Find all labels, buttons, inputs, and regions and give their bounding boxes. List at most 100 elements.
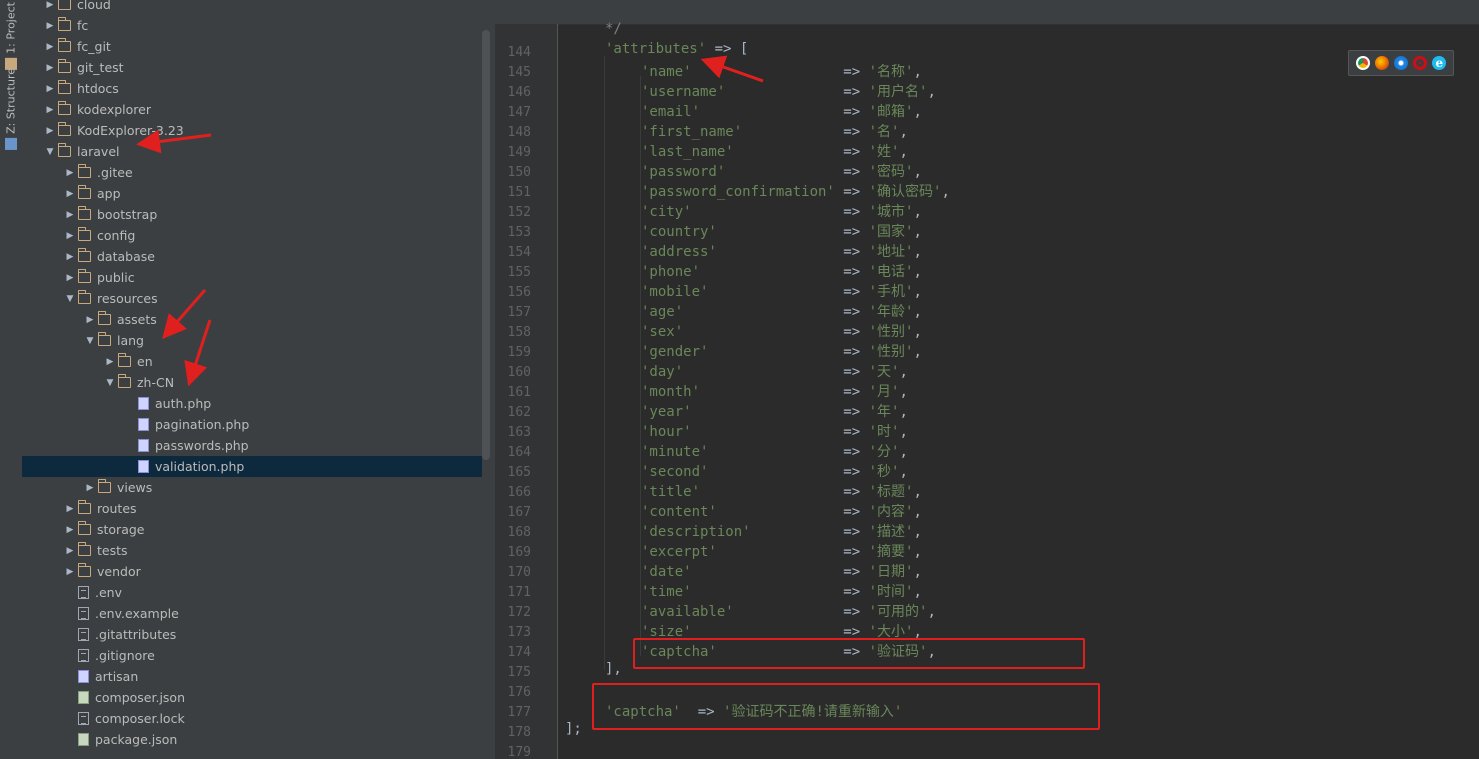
collapsed-arrow-icon[interactable]: ▶ [62,210,78,220]
tree-folder-item[interactable]: ▶ assets [22,309,482,330]
collapsed-arrow-icon[interactable]: ▶ [62,504,78,514]
tree-file-item[interactable]: passwords.php [22,435,482,456]
code-line[interactable]: 'last_name' => '姓', [641,141,908,161]
collapsed-arrow-icon[interactable]: ▶ [42,63,58,73]
collapsed-arrow-icon[interactable]: ▶ [62,189,78,199]
firefox-icon[interactable] [1374,56,1389,70]
collapsed-arrow-icon[interactable]: ▶ [42,21,58,31]
collapsed-arrow-icon[interactable]: ▶ [62,567,78,577]
tree-folder-item[interactable]: ▶ .gitee [22,162,482,183]
code-line[interactable]: 'name' => '名称', [641,61,922,81]
tree-file-item[interactable]: artisan [22,666,482,687]
expanded-arrow-icon[interactable]: ▼ [102,378,118,388]
project-tool-tab[interactable]: 1: Project [2,2,20,70]
tree-folder-item[interactable]: ▶ en [22,351,482,372]
tree-folder-item[interactable]: ▶ git_test [22,57,482,78]
code-line[interactable]: */ [605,21,622,37]
code-line[interactable]: 'title' => '标题', [641,481,922,501]
tree-folder-item[interactable]: ▶ kodexplorer [22,99,482,120]
code-line[interactable]: 'username' => '用户名', [641,81,936,101]
tree-file-item[interactable]: composer.json [22,687,482,708]
collapsed-arrow-icon[interactable]: ▶ [82,483,98,493]
collapsed-arrow-icon[interactable]: ▶ [62,252,78,262]
code-line[interactable]: 'mobile' => '手机', [641,281,922,301]
tree-file-item[interactable]: .env [22,582,482,603]
collapsed-arrow-icon[interactable]: ▶ [82,315,98,325]
tree-folder-item[interactable]: ▶ bootstrap [22,204,482,225]
code-line[interactable]: 'sex' => '性别', [641,321,922,341]
tree-file-item[interactable]: .gitattributes [22,624,482,645]
code-line[interactable]: 'city' => '城市', [641,201,922,221]
code-line[interactable]: 'available' => '可用的', [641,601,936,621]
tree-folder-item[interactable]: ▶ cloud [22,0,482,15]
code-line[interactable]: 'date' => '日期', [641,561,922,581]
collapsed-arrow-icon[interactable]: ▶ [42,105,58,115]
tree-folder-item[interactable]: ▶ config [22,225,482,246]
tree-folder-item[interactable]: ▶ app [22,183,482,204]
collapsed-arrow-icon[interactable]: ▶ [102,357,118,367]
tree-folder-item[interactable]: ▶ storage [22,519,482,540]
code-line[interactable]: ], [605,661,622,677]
collapsed-arrow-icon[interactable]: ▶ [62,168,78,178]
code-line[interactable]: 'hour' => '时', [641,421,908,441]
tree-folder-item[interactable]: ▶ public [22,267,482,288]
code-line[interactable]: ]; [565,721,582,737]
collapsed-arrow-icon[interactable]: ▶ [42,42,58,52]
collapsed-arrow-icon[interactable]: ▶ [42,84,58,94]
code-line[interactable]: 'first_name' => '名', [641,121,908,141]
tree-folder-item[interactable]: ▶ fc [22,15,482,36]
tree-folder-item[interactable]: ▼ laravel [22,141,482,162]
tree-folder-item[interactable]: ▶ tests [22,540,482,561]
expanded-arrow-icon[interactable]: ▼ [42,147,58,157]
code-line[interactable]: 'second' => '秒', [641,461,908,481]
collapsed-arrow-icon[interactable]: ▶ [42,126,58,136]
expanded-arrow-icon[interactable]: ▼ [82,336,98,346]
code-line[interactable]: 'address' => '地址', [641,241,922,261]
code-line[interactable]: 'password' => '密码', [641,161,922,181]
code-line[interactable]: 'password_confirmation' => '确认密码', [641,181,950,201]
tree-folder-item[interactable]: ▶ KodExplorer-3.23 [22,120,482,141]
ie-icon[interactable]: e [1432,56,1447,70]
tree-file-item[interactable]: auth.php [22,393,482,414]
code-line[interactable]: 'attributes' => [ [605,41,748,57]
collapsed-arrow-icon[interactable]: ▶ [62,525,78,535]
code-line[interactable]: 'age' => '年龄', [641,301,922,321]
project-tree[interactable]: ▶ cloud ▶ fc ▶ fc_git ▶ git_test ▶ htdocs ▶ kodexpl… [22,0,495,759]
chrome-icon[interactable] [1355,56,1370,70]
tree-folder-item[interactable]: ▶ vendor [22,561,482,582]
code-line[interactable]: 'month' => '月', [641,381,908,401]
code-line[interactable]: 'year' => '年', [641,401,908,421]
safari-icon[interactable] [1393,56,1408,70]
code-line[interactable]: 'country' => '国家', [641,221,922,241]
tree-folder-item[interactable]: ▶ htdocs [22,78,482,99]
project-tree-scrollbar[interactable] [482,30,490,460]
tree-folder-item[interactable]: ▶ routes [22,498,482,519]
tree-folder-item[interactable]: ▶ views [22,477,482,498]
tree-folder-item[interactable]: ▼ zh-CN [22,372,482,393]
code-line[interactable]: 'description' => '描述', [641,521,922,541]
tree-folder-item[interactable]: ▼ lang [22,330,482,351]
tree-file-item[interactable]: composer.lock [22,708,482,729]
tree-folder-item[interactable]: ▶ database [22,246,482,267]
code-line[interactable]: 'day' => '天', [641,361,908,381]
tree-folder-item[interactable]: ▶ fc_git [22,36,482,57]
tree-file-item[interactable]: pagination.php [22,414,482,435]
collapsed-arrow-icon[interactable]: ▶ [62,273,78,283]
opera-icon[interactable] [1413,56,1428,70]
tree-file-item[interactable]: .gitignore [22,645,482,666]
tree-file-item[interactable]: package.json [22,729,482,750]
code-line[interactable]: 'email' => '邮箱', [641,101,922,121]
collapsed-arrow-icon[interactable]: ▶ [62,546,78,556]
tree-file-item[interactable]: validation.php [22,456,482,477]
expanded-arrow-icon[interactable]: ▼ [62,294,78,304]
tree-folder-item[interactable]: ▼ resources [22,288,482,309]
collapsed-arrow-icon[interactable]: ▶ [42,0,58,10]
tree-file-item[interactable]: .env.example [22,603,482,624]
code-line[interactable]: 'phone' => '电话', [641,261,922,281]
code-line[interactable]: 'time' => '时间', [641,581,922,601]
code-line[interactable]: 'content' => '内容', [641,501,922,521]
collapsed-arrow-icon[interactable]: ▶ [62,231,78,241]
code-line[interactable]: 'excerpt' => '摘要', [641,541,922,561]
code-line[interactable]: 'minute' => '分', [641,441,908,461]
structure-tool-tab[interactable]: Z: Structure [2,68,20,150]
